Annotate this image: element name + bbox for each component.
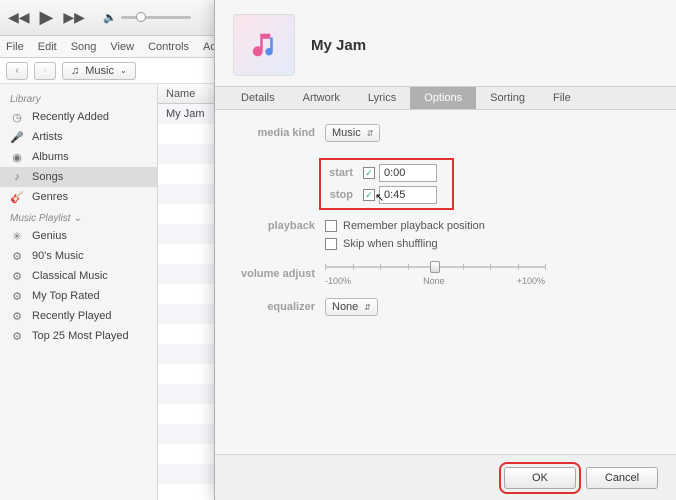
start-checkbox[interactable] xyxy=(363,167,375,179)
gear-icon: ⚙ xyxy=(10,269,24,283)
mic-icon: 🎤 xyxy=(10,130,24,144)
gear-icon: ⚙ xyxy=(10,309,24,323)
chevron-down-icon[interactable]: ⌄ xyxy=(73,213,81,224)
menu-file[interactable]: File xyxy=(6,41,24,53)
tab-artwork[interactable]: Artwork xyxy=(289,87,354,109)
tab-options[interactable]: Options xyxy=(410,87,476,109)
sidebar-item-songs[interactable]: ♪ Songs xyxy=(0,167,157,187)
sidebar-item-top-25[interactable]: ⚙ Top 25 Most Played xyxy=(0,326,157,346)
song-info-dialog: My Jam Details Artwork Lyrics Options So… xyxy=(214,0,676,500)
stop-checkbox[interactable] xyxy=(363,189,375,201)
media-kind-label: media kind xyxy=(237,127,325,139)
start-label: start xyxy=(327,167,363,179)
sidebar: Library ◷ Recently Added 🎤 Artists ◉ Albums… xyxy=(0,84,158,500)
gear-icon: ✳ xyxy=(10,229,24,243)
sidebar-item-label: Classical Music xyxy=(32,270,108,282)
tab-sorting[interactable]: Sorting xyxy=(476,87,539,109)
dialog-title: My Jam xyxy=(311,37,366,54)
sidebar-item-recently-added[interactable]: ◷ Recently Added xyxy=(0,107,157,127)
remember-position-label: Remember playback position xyxy=(343,220,485,232)
sidebar-item-genius[interactable]: ✳ Genius xyxy=(0,226,157,246)
disc-icon: ◉ xyxy=(10,150,24,164)
stop-label: stop xyxy=(327,189,363,201)
remember-position-checkbox[interactable] xyxy=(325,220,337,232)
gear-icon: ⚙ xyxy=(10,249,24,263)
options-panel: media kind Music ⇵ start stop ↖ xyxy=(215,110,676,336)
gear-icon: ⚙ xyxy=(10,289,24,303)
speaker-icon: 🔈 xyxy=(103,11,117,24)
forward-button[interactable]: › xyxy=(34,62,56,80)
sidebar-item-label: Artists xyxy=(32,131,63,143)
menu-song[interactable]: Song xyxy=(71,41,97,53)
dialog-tabs: Details Artwork Lyrics Options Sorting F… xyxy=(215,86,676,110)
sidebar-item-artists[interactable]: 🎤 Artists xyxy=(0,127,157,147)
sidebar-item-label: Top 25 Most Played xyxy=(32,330,129,342)
sidebar-item-90s[interactable]: ⚙ 90's Music xyxy=(0,246,157,266)
play-button[interactable]: ▶ xyxy=(40,7,54,28)
sidebar-item-genres[interactable]: 🎸 Genres xyxy=(0,187,157,207)
volume-adjust-label: volume adjust xyxy=(237,268,325,280)
guitar-icon: 🎸 xyxy=(10,190,24,204)
tab-file[interactable]: File xyxy=(539,87,585,109)
start-time-input[interactable] xyxy=(379,164,437,182)
sidebar-item-label: Genres xyxy=(32,191,68,203)
vol-min-label: -100% xyxy=(325,276,351,286)
vol-none-label: None xyxy=(423,276,445,286)
cancel-button[interactable]: Cancel xyxy=(586,467,658,489)
stop-time-input[interactable] xyxy=(379,186,437,204)
equalizer-label: equalizer xyxy=(237,301,325,313)
music-notes-icon xyxy=(249,30,279,60)
album-artwork xyxy=(233,14,295,76)
sidebar-item-label: My Top Rated xyxy=(32,290,100,302)
sidebar-item-label: Recently Added xyxy=(32,111,109,123)
media-kind-select[interactable]: Music ⇵ xyxy=(325,124,380,142)
sidebar-item-label: 90's Music xyxy=(32,250,84,262)
sidebar-item-label: Genius xyxy=(32,230,67,242)
menu-view[interactable]: View xyxy=(110,41,134,53)
vol-max-label: +100% xyxy=(517,276,545,286)
chevron-updown-icon: ⇵ xyxy=(364,303,371,312)
ok-button[interactable]: OK xyxy=(504,467,576,489)
sidebar-header-library: Library xyxy=(0,88,157,107)
volume-slider[interactable] xyxy=(121,16,191,19)
cursor-icon: ↖ xyxy=(375,191,384,204)
prev-track-button[interactable]: ◀◀ xyxy=(8,9,30,26)
slider-knob[interactable] xyxy=(430,261,440,273)
source-label: Music xyxy=(85,65,114,77)
gear-icon: ⚙ xyxy=(10,329,24,343)
skip-shuffle-checkbox[interactable] xyxy=(325,238,337,250)
volume-adjust-slider[interactable] xyxy=(325,266,545,268)
next-track-button[interactable]: ▶▶ xyxy=(63,9,85,26)
playback-label: playback xyxy=(237,220,325,232)
sidebar-item-recently-played[interactable]: ⚙ Recently Played xyxy=(0,306,157,326)
note-icon: ♪ xyxy=(10,170,24,184)
sidebar-item-label: Albums xyxy=(32,151,69,163)
clock-icon: ◷ xyxy=(10,110,24,124)
menu-edit[interactable]: Edit xyxy=(38,41,57,53)
start-stop-highlight: start stop ↖ xyxy=(319,158,454,210)
sidebar-item-albums[interactable]: ◉ Albums xyxy=(0,147,157,167)
select-value: None xyxy=(332,301,358,313)
source-selector[interactable]: ♫ Music ⌄ xyxy=(62,62,136,80)
skip-shuffle-label: Skip when shuffling xyxy=(343,238,438,250)
menu-controls[interactable]: Controls xyxy=(148,41,189,53)
sidebar-item-label: Songs xyxy=(32,171,63,183)
equalizer-select[interactable]: None ⇵ xyxy=(325,298,378,316)
chevron-updown-icon: ⇵ xyxy=(367,129,374,138)
sidebar-item-label: Recently Played xyxy=(32,310,112,322)
tab-lyrics[interactable]: Lyrics xyxy=(354,87,410,109)
back-button[interactable]: ‹ xyxy=(6,62,28,80)
select-value: Music xyxy=(332,127,361,139)
playback-controls: ◀◀ ▶ ▶▶ xyxy=(8,7,85,28)
volume-control[interactable]: 🔈 xyxy=(103,11,191,24)
tab-details[interactable]: Details xyxy=(227,87,289,109)
dialog-footer: OK Cancel xyxy=(215,454,676,500)
music-note-icon: ♫ xyxy=(71,65,79,77)
sidebar-item-top-rated[interactable]: ⚙ My Top Rated xyxy=(0,286,157,306)
sidebar-header-playlists: Music Playlist ⌄ xyxy=(0,207,157,226)
chevron-down-icon: ⌄ xyxy=(120,66,127,75)
sidebar-item-classical[interactable]: ⚙ Classical Music xyxy=(0,266,157,286)
